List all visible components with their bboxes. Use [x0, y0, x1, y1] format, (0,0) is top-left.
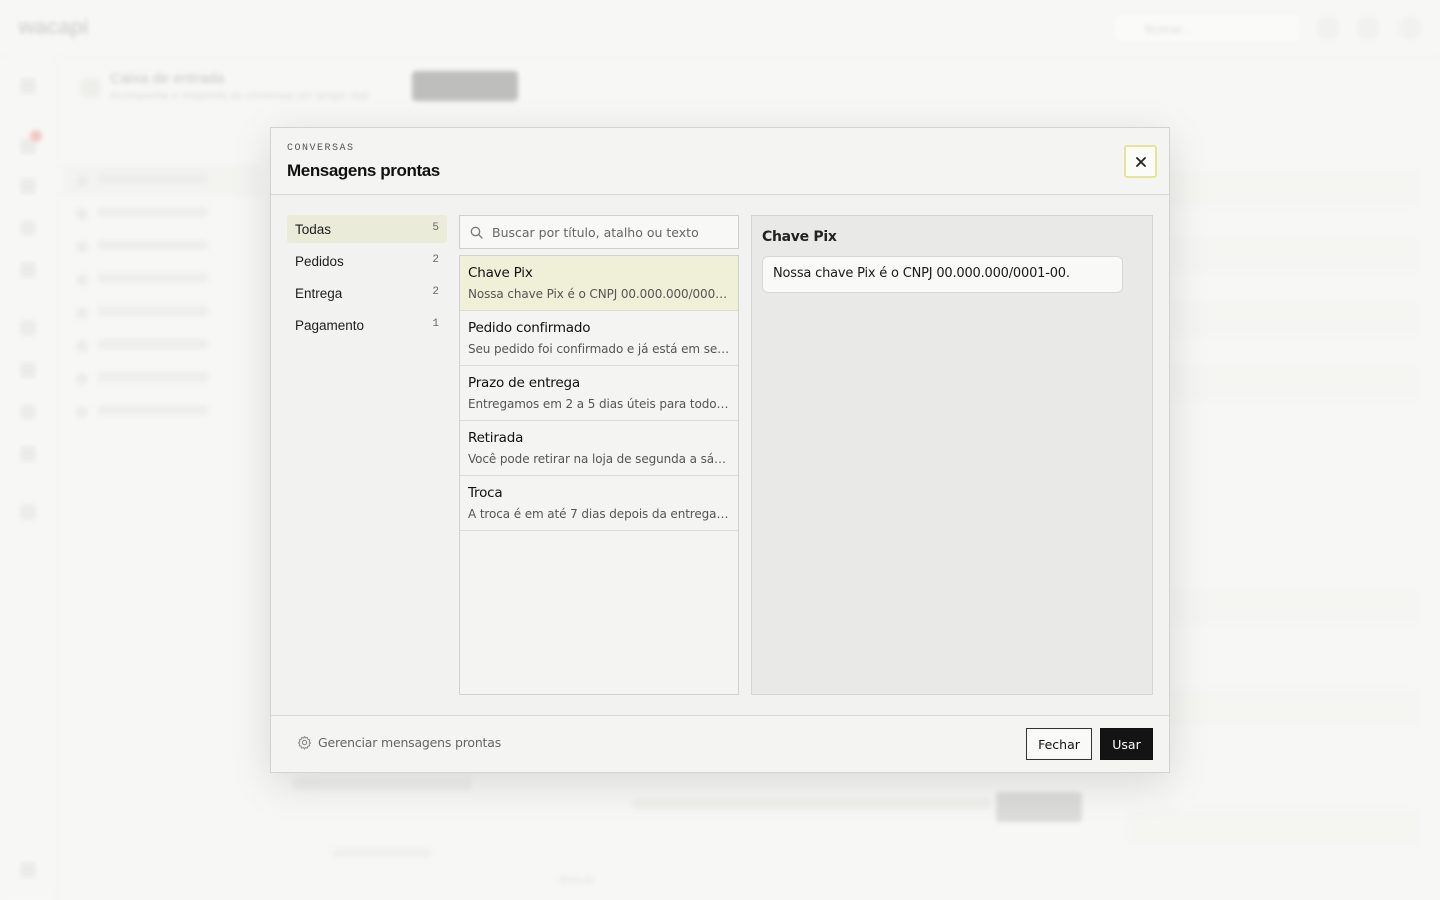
- message-title: Chave Pix: [468, 265, 533, 281]
- message-preview: Entregamos em 2 a 5 dias úteis para todo…: [468, 397, 730, 411]
- category-count: 2: [432, 286, 439, 298]
- message-preview: A troca é em até 7 dias depois da entreg…: [468, 507, 730, 521]
- message-item-chave-pix[interactable]: Chave Pix Nossa chave Pix é o CNPJ 00.00…: [460, 256, 738, 311]
- close-button[interactable]: Fechar: [1026, 728, 1092, 760]
- category-count: 1: [432, 318, 439, 330]
- category-item-pedidos[interactable]: Pedidos 2: [287, 247, 447, 275]
- preview-title: Chave Pix: [762, 229, 837, 245]
- search-icon: [470, 226, 483, 239]
- message-title: Troca: [468, 485, 503, 501]
- manage-label: Gerenciar mensagens prontas: [318, 735, 502, 750]
- modal-close-button[interactable]: [1124, 145, 1157, 178]
- message-list: Chave Pix Nossa chave Pix é o CNPJ 00.00…: [459, 255, 739, 695]
- message-search: [459, 215, 739, 249]
- modal-header: CONVERSAS Mensagens prontas: [271, 128, 1169, 195]
- message-preview: Nossa chave Pix é o CNPJ 00.000.000/0001…: [468, 287, 730, 301]
- gear-icon: [297, 735, 312, 750]
- message-item-pedido-confirmado[interactable]: Pedido confirmado Seu pedido foi confirm…: [460, 311, 738, 366]
- message-item-troca[interactable]: Troca A troca é em até 7 dias depois da …: [460, 476, 738, 531]
- category-item-todas[interactable]: Todas 5: [287, 215, 447, 243]
- category-item-pagamento[interactable]: Pagamento 1: [287, 311, 447, 339]
- category-count: 5: [432, 222, 439, 234]
- category-count: 2: [432, 254, 439, 266]
- message-title: Pedido confirmado: [468, 320, 591, 336]
- category-list: Todas 5 Pedidos 2 Entrega 2 Pagamento 1: [287, 215, 447, 343]
- preview-body: Nossa chave Pix é o CNPJ 00.000.000/0001…: [762, 256, 1123, 293]
- message-preview: Seu pedido foi confirmado e já está em s…: [468, 342, 730, 356]
- message-title: Retirada: [468, 430, 524, 446]
- message-column: Chave Pix Nossa chave Pix é o CNPJ 00.00…: [459, 215, 739, 695]
- manage-quick-replies-link[interactable]: Gerenciar mensagens prontas: [297, 735, 501, 750]
- message-item-retirada[interactable]: Retirada Você pode retirar na loja de se…: [460, 421, 738, 476]
- quick-replies-modal: CONVERSAS Mensagens prontas Todas 5 Pedi…: [270, 127, 1170, 773]
- category-label: Pedidos: [295, 254, 344, 269]
- use-button[interactable]: Usar: [1100, 728, 1153, 760]
- message-preview-panel: Chave Pix Nossa chave Pix é o CNPJ 00.00…: [751, 215, 1153, 695]
- close-icon: [1135, 156, 1146, 167]
- message-preview: Você pode retirar na loja de segunda a s…: [468, 452, 730, 466]
- modal-title: Mensagens prontas: [287, 161, 440, 180]
- category-label: Pagamento: [295, 318, 365, 333]
- message-item-prazo-de-entrega[interactable]: Prazo de entrega Entregamos em 2 a 5 dia…: [460, 366, 738, 421]
- category-label: Entrega: [295, 286, 343, 301]
- category-item-entrega[interactable]: Entrega 2: [287, 279, 447, 307]
- search-input[interactable]: [492, 216, 732, 248]
- category-label: Todas: [295, 222, 332, 237]
- message-title: Prazo de entrega: [468, 375, 580, 391]
- modal-footer: Gerenciar mensagens prontas Fechar Usar: [271, 715, 1169, 772]
- modal-eyebrow: CONVERSAS: [287, 143, 355, 154]
